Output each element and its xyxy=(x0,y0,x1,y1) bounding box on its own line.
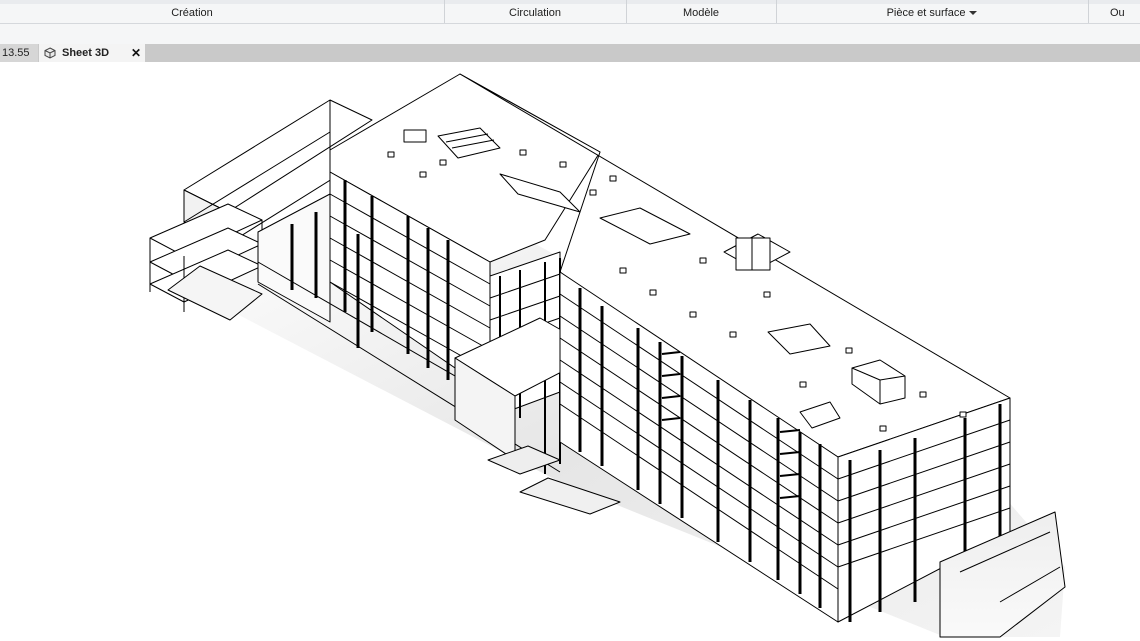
3d-view-icon xyxy=(44,47,56,59)
panel-title-circulation[interactable]: Circulation xyxy=(444,4,626,23)
view-tab-bar: 13.55 Sheet 3D ✕ xyxy=(0,44,1140,62)
panel-title-creation[interactable]: Création xyxy=(40,4,344,23)
3d-viewport[interactable] xyxy=(0,62,1140,641)
panel-title-modele[interactable]: Modèle xyxy=(626,4,776,23)
tab-label: 13.55 xyxy=(2,47,30,59)
ribbon-panel-bar: Création Circulation Modèle Pièce et sur… xyxy=(0,0,1140,24)
panel-title-piece-surface[interactable]: Pièce et surface xyxy=(776,4,1088,23)
panel-separator xyxy=(1088,0,1089,23)
panel-title-piece-surface-label: Pièce et surface xyxy=(886,7,966,19)
3d-building-model xyxy=(149,73,1066,638)
panel-title-ou[interactable]: Ou xyxy=(1090,4,1140,23)
close-icon[interactable]: ✕ xyxy=(130,44,142,62)
tab-13-55[interactable]: 13.55 xyxy=(0,44,38,62)
chevron-down-icon[interactable] xyxy=(969,11,978,16)
ribbon-gap xyxy=(0,24,1140,44)
tab-label: Sheet 3D xyxy=(62,47,110,59)
tab-sheet-3d[interactable]: Sheet 3D ✕ xyxy=(39,44,145,62)
